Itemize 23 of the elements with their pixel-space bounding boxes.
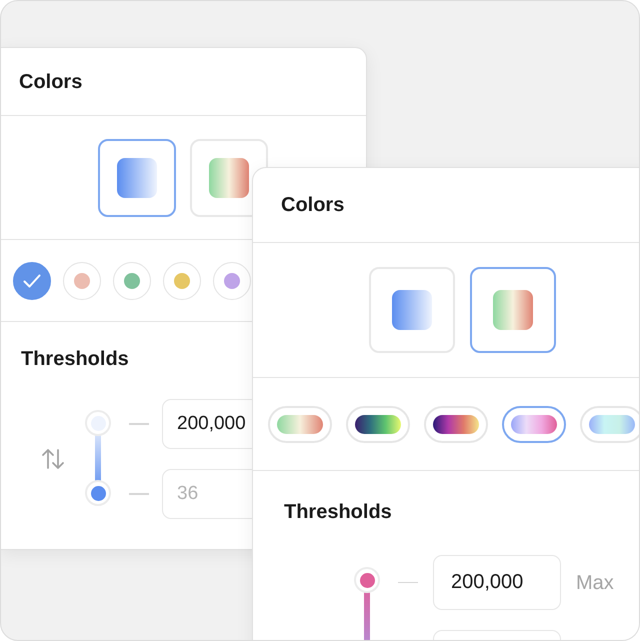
swap-icon[interactable]: [41, 447, 65, 471]
slider-handle[interactable]: [85, 480, 111, 506]
gradient-bar-icon: [433, 414, 479, 434]
panel-title: Colors: [281, 193, 344, 218]
gradient-swatch-icon: [117, 158, 157, 198]
gradient-style-tile[interactable]: [470, 267, 556, 353]
field-label: Max: [576, 570, 614, 596]
gradient-bar-icon: [355, 414, 401, 434]
gradient-style-tile[interactable]: [98, 138, 176, 216]
gradient-bar-icon: [589, 414, 635, 434]
panel-title: Colors: [19, 70, 82, 94]
slider-handle[interactable]: [354, 567, 380, 593]
gradient-bar-icon: [277, 414, 323, 434]
slider-handle[interactable]: [85, 410, 111, 436]
color-swatch[interactable]: [13, 262, 51, 300]
section-title: Thresholds: [21, 347, 130, 372]
check-icon: [23, 274, 41, 288]
gradient-swatch-icon: [209, 158, 249, 198]
gradient-swatch-icon: [392, 290, 432, 330]
gradient-swatch[interactable]: [502, 406, 566, 442]
number-field[interactable]: 200,000: [433, 555, 561, 610]
gradient-swatch-icon: [492, 290, 532, 330]
gradient-bar-icon: [511, 414, 557, 434]
